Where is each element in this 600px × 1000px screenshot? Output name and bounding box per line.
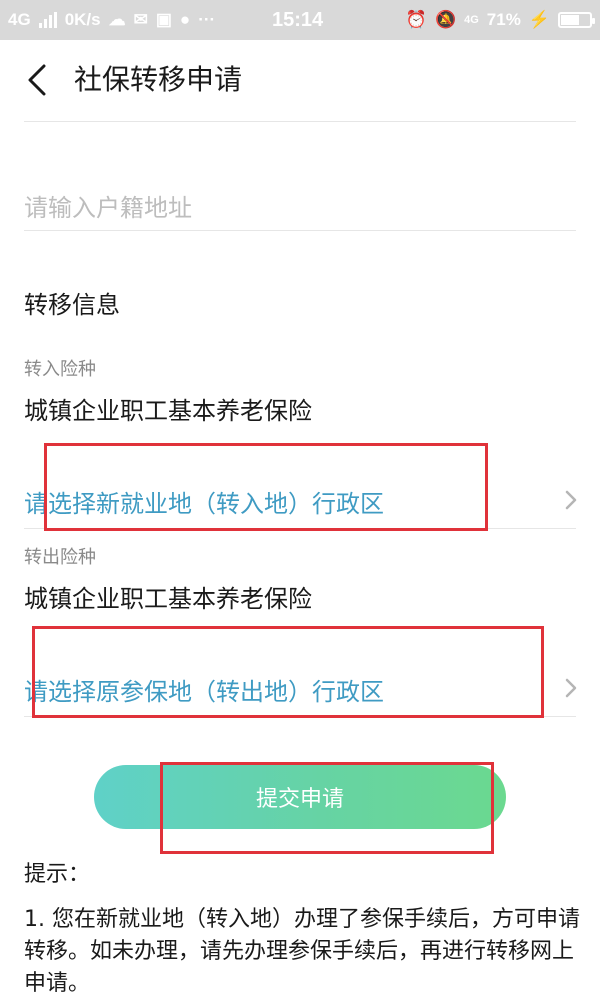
battery-fill [561, 15, 579, 25]
transfer-info-title: 转移信息 [24, 291, 120, 319]
transfer-out-value: 城镇企业职工基本养老保险 [24, 585, 312, 613]
alarm-icon: ⏰ [405, 10, 427, 29]
network-speed: 0K/s [64, 10, 101, 29]
status-bar: 4G 0K/s ☁ ✉ ▣ ● ··· 15:14 ⏰ 🔕 4G 71% ⚡ [0, 0, 600, 40]
household-address-input[interactable]: 请输入户籍地址 [24, 188, 192, 223]
page-title: 社保转移申请 [74, 63, 243, 96]
cloud-icon: ☁ [108, 10, 126, 29]
mute-icon: 🔕 [434, 10, 457, 29]
divider [24, 230, 576, 231]
mobile-data-label: 4G [464, 14, 479, 26]
transfer-in-value: 城镇企业职工基本养老保险 [24, 397, 312, 425]
back-arrow-icon[interactable] [22, 64, 54, 96]
charging-icon: ⚡ [528, 10, 550, 29]
battery-icon [558, 12, 595, 28]
chat-icon: ✉ [133, 10, 148, 29]
message-icon: ▣ [155, 10, 172, 29]
network-type: 4G [8, 10, 31, 29]
highlight-box-original-area [32, 626, 544, 718]
tips-title: 提示： [24, 862, 91, 887]
status-left: 4G 0K/s ☁ ✉ ▣ ● ··· [8, 0, 215, 40]
chevron-right-icon [565, 490, 577, 510]
app-header: 社保转移申请 [0, 40, 600, 120]
battery-percent: 71% [486, 10, 521, 29]
transfer-in-label: 转入险种 [24, 359, 96, 380]
chevron-right-icon [565, 678, 577, 698]
clock: 15:14 [272, 8, 324, 31]
status-right: ⏰ 🔕 4G 71% ⚡ [405, 0, 595, 40]
more-dots: ··· [198, 10, 216, 29]
highlight-box-submit [160, 762, 494, 854]
app-icon: ● [179, 10, 191, 29]
signal-icon [38, 12, 57, 28]
divider [24, 121, 576, 122]
transfer-out-label: 转出险种 [24, 547, 96, 568]
highlight-box-new-area [44, 443, 488, 531]
tips-body: 1. 您在新就业地（转入地）办理了参保手续后，方可申请转移。如未办理，请先办理参… [24, 907, 580, 996]
